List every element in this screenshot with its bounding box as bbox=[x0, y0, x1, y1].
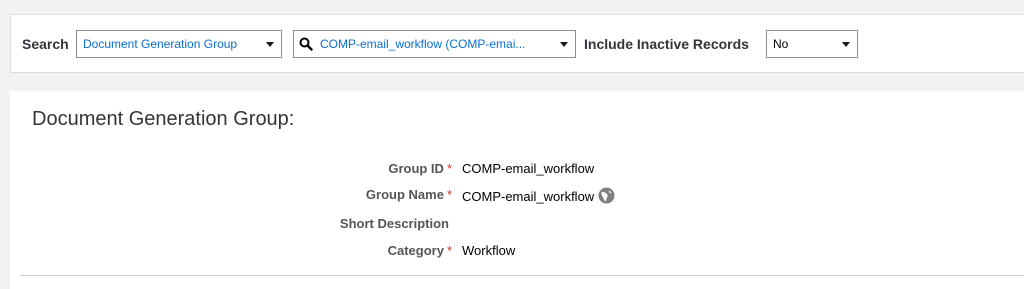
field-group-id: Group ID * COMP-email_workflow bbox=[10, 161, 1024, 181]
magnifier-icon bbox=[299, 37, 313, 51]
field-value: COMP-email_workflow bbox=[462, 161, 595, 176]
globe-icon[interactable] bbox=[598, 187, 615, 204]
field-short-description: Short Description bbox=[10, 216, 1024, 236]
field-label: Group Name * bbox=[365, 187, 452, 202]
field-value-wrap: COMP-email_workflow bbox=[462, 187, 615, 204]
field-category: Category * Workflow bbox=[10, 243, 1024, 263]
record-select[interactable]: COMP-email_workflow (COMP-emai... bbox=[293, 30, 576, 58]
object-type-select[interactable]: Document Generation Group bbox=[76, 30, 282, 58]
include-inactive-value: No bbox=[773, 37, 789, 51]
required-marker: * bbox=[446, 243, 452, 258]
required-marker: * bbox=[446, 187, 452, 202]
chevron-down-icon bbox=[266, 42, 274, 47]
required-marker: * bbox=[446, 161, 452, 176]
chevron-down-icon bbox=[560, 42, 568, 47]
field-value: COMP-email_workflow bbox=[462, 189, 595, 204]
page-title: Document Generation Group: bbox=[32, 108, 295, 130]
chevron-down-icon bbox=[842, 42, 850, 47]
field-value: Workflow bbox=[462, 243, 516, 258]
field-label: Short Description bbox=[339, 216, 449, 231]
object-type-value: Document Generation Group bbox=[83, 37, 238, 51]
field-label: Category * bbox=[387, 243, 452, 258]
field-label: Group ID * bbox=[388, 161, 452, 176]
search-label: Search bbox=[22, 36, 69, 52]
record-panel: Document Generation Group: Group ID * COM… bbox=[10, 91, 1024, 289]
section-divider bbox=[20, 275, 1024, 276]
include-inactive-label: Include Inactive Records bbox=[584, 36, 749, 52]
field-group-name: Group Name * COMP-email_workflow bbox=[10, 187, 1024, 207]
search-toolbar: Search Document Generation Group COMP-em… bbox=[10, 14, 1024, 73]
record-value: COMP-email_workflow (COMP-emai... bbox=[320, 37, 526, 51]
include-inactive-select[interactable]: No bbox=[766, 30, 858, 58]
